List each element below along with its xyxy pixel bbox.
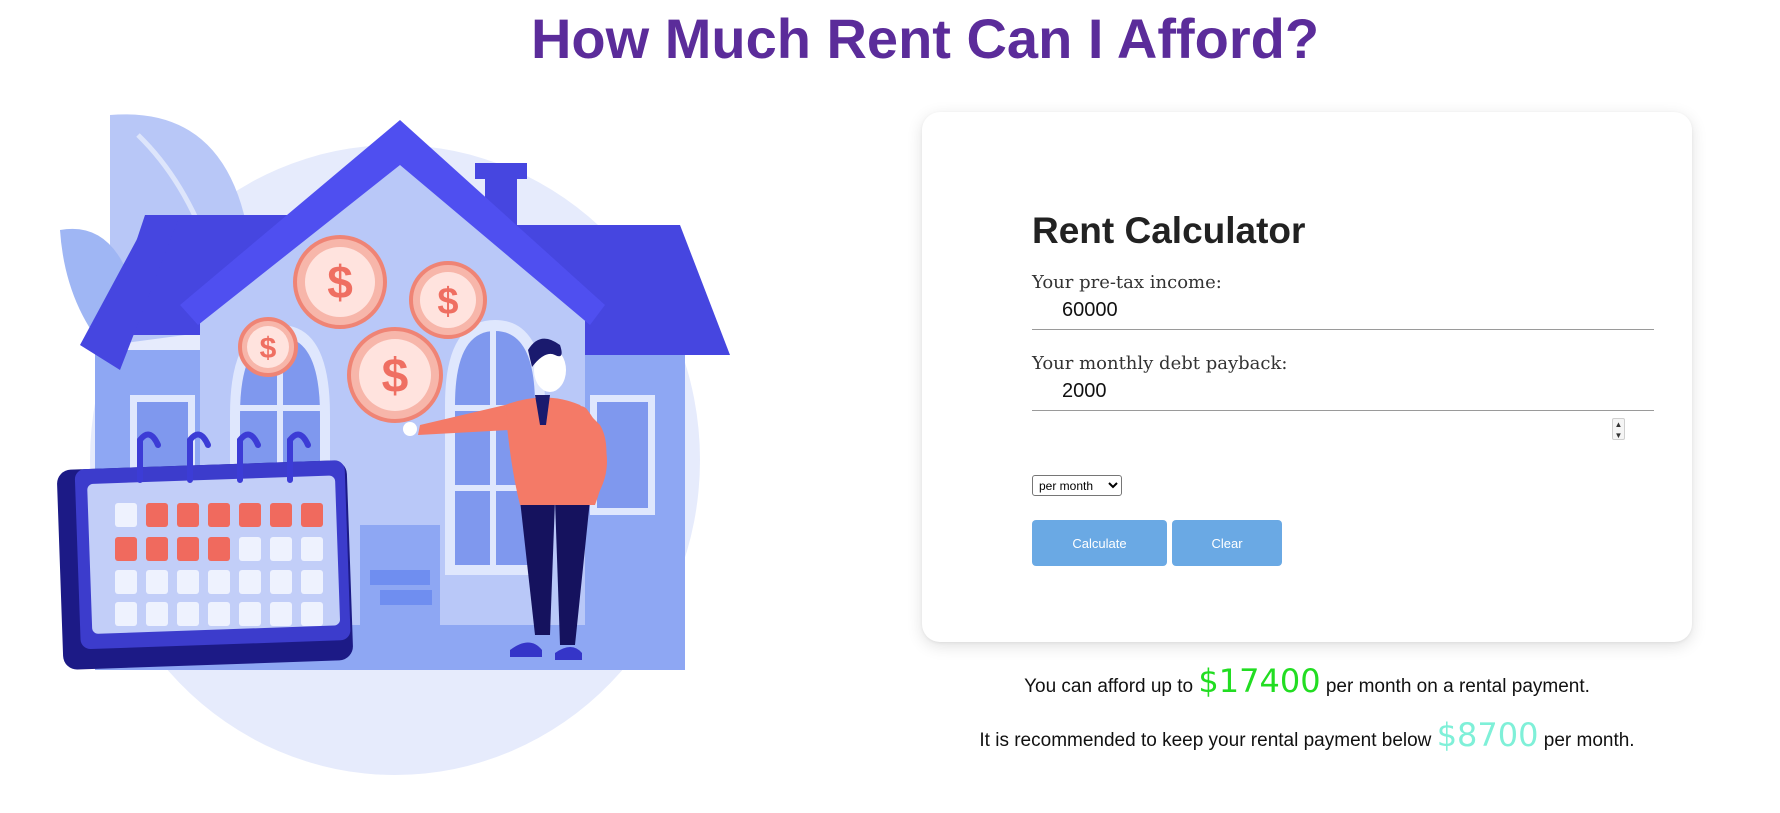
page-title: How Much Rent Can I Afford? xyxy=(530,7,1320,70)
max-rent-suffix: per month on a rental payment. xyxy=(1325,676,1590,697)
calculator-title: Rent Calculator xyxy=(1032,210,1306,251)
debt-spinner-icon[interactable]: ▲ ▼ xyxy=(1612,418,1625,440)
recommended-rent-result: It is recommended to keep your rental pa… xyxy=(922,716,1692,754)
income-input[interactable] xyxy=(1032,292,1654,330)
hero-illustration: $ $ $ $ xyxy=(50,105,740,785)
debt-input[interactable] xyxy=(1032,373,1654,411)
recommended-rent-prefix: It is recommended to keep your rental pa… xyxy=(979,730,1432,751)
recommended-rent-amount: $8700 xyxy=(1436,716,1539,754)
debt-label: Your monthly debt payback: xyxy=(1032,353,1288,374)
max-rent-amount: $17400 xyxy=(1198,662,1321,700)
clear-button[interactable]: Clear xyxy=(1172,520,1282,566)
recommended-rent-suffix: per month. xyxy=(1543,730,1635,751)
max-rent-prefix: You can afford up to xyxy=(1024,676,1194,697)
calendar-icon xyxy=(57,431,353,670)
svg-text:$: $ xyxy=(260,332,277,365)
income-label: Your pre-tax income: xyxy=(1032,272,1222,293)
rent-calculator-card: Rent Calculator Your pre-tax income: You… xyxy=(922,112,1692,642)
svg-text:$: $ xyxy=(382,350,409,403)
svg-text:$: $ xyxy=(327,256,353,308)
svg-text:$: $ xyxy=(437,281,458,323)
calculate-button[interactable]: Calculate xyxy=(1032,520,1167,566)
max-rent-result: You can afford up to $17400 per month on… xyxy=(922,662,1692,700)
period-select[interactable]: per month xyxy=(1032,475,1122,496)
